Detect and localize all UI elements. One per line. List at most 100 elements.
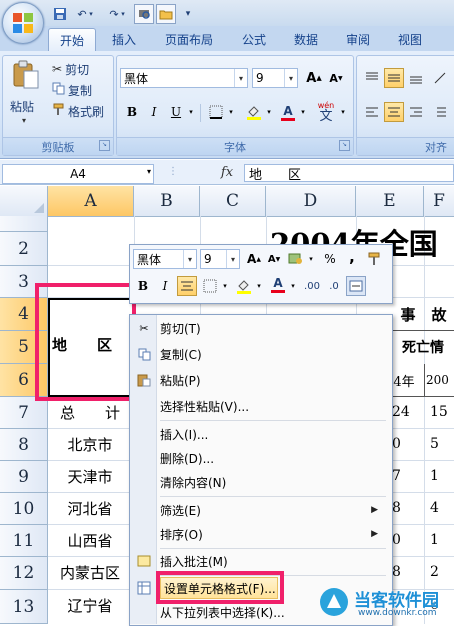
font-color-dropdown-icon[interactable]: ▾ xyxy=(298,102,308,122)
office-button[interactable] xyxy=(2,2,44,44)
tab-formulas[interactable]: 公式 xyxy=(232,28,276,50)
cell-region[interactable]: 河北省 xyxy=(48,493,132,523)
cell-value-e[interactable]: 7 xyxy=(392,461,420,491)
cell-value-e[interactable]: 24 xyxy=(392,397,420,427)
fill-color-button[interactable] xyxy=(244,102,264,122)
mini-fill-color-icon[interactable] xyxy=(234,276,254,296)
menu-item-sort[interactable]: 排序(O) ▶ xyxy=(160,523,382,545)
cell-value-e[interactable]: 8 xyxy=(392,557,420,587)
cell-value-e[interactable]: 0 xyxy=(392,525,420,555)
mini-font-size-dropdown-icon[interactable]: ▾ xyxy=(226,250,239,268)
menu-item-delete[interactable]: 删除(D)... xyxy=(160,447,214,469)
mini-borders-dropdown-icon[interactable]: ▾ xyxy=(220,276,230,296)
mini-font-color-dropdown-icon[interactable]: ▾ xyxy=(288,276,298,296)
tab-page-layout[interactable]: 页面布局 xyxy=(158,28,220,50)
mini-borders-icon[interactable] xyxy=(200,276,220,296)
indent-icon[interactable] xyxy=(430,102,450,122)
cell-value-f[interactable]: 1 xyxy=(430,461,454,491)
mini-increase-decimal-icon[interactable]: .00 xyxy=(302,276,322,296)
font-name-dropdown-icon[interactable]: ▾ xyxy=(234,69,247,87)
name-box-dropdown-icon[interactable]: ▾ xyxy=(147,167,151,176)
mini-decrease-decimal-icon[interactable]: .0 xyxy=(324,276,344,296)
tab-view[interactable]: 视图 xyxy=(388,28,432,50)
customize-icon[interactable]: ▾ xyxy=(178,4,198,24)
menu-item-pick-from-list[interactable]: 从下拉列表中选择(K)... xyxy=(160,601,285,623)
row-header-11[interactable]: 11 xyxy=(0,525,48,557)
column-header-f[interactable]: F xyxy=(424,186,454,216)
cell-region[interactable]: 总 计 xyxy=(48,397,132,427)
paste-button[interactable]: 粘贴 ▾ xyxy=(8,58,46,130)
font-size-dropdown-icon[interactable]: ▾ xyxy=(284,69,297,87)
mini-shrink-font-button[interactable]: A ▼ xyxy=(264,249,284,269)
cut-button[interactable]: ✂ 剪切 xyxy=(52,59,89,79)
mini-format-painter-icon[interactable] xyxy=(364,249,384,269)
select-all-button[interactable] xyxy=(0,186,48,216)
cell-region[interactable]: 北京市 xyxy=(48,429,132,459)
borders-button[interactable] xyxy=(206,102,226,122)
fill-color-dropdown-icon[interactable]: ▾ xyxy=(264,102,274,122)
column-header-e[interactable]: E xyxy=(356,186,424,216)
underline-button[interactable]: U xyxy=(166,102,186,122)
orientation-icon[interactable] xyxy=(430,68,450,88)
open-icon[interactable] xyxy=(156,4,176,24)
header-cell[interactable]: 事 xyxy=(392,300,424,328)
print-preview-icon[interactable] xyxy=(134,4,154,24)
column-header-d[interactable]: D xyxy=(266,186,356,216)
tab-data[interactable]: 数据 xyxy=(284,28,328,50)
copy-button[interactable]: 复制 xyxy=(52,80,92,100)
menu-item-insert-comment[interactable]: 插入批注(M) xyxy=(160,550,228,572)
mini-accounting-icon[interactable] xyxy=(286,249,306,269)
cell-region[interactable]: 内蒙古区 xyxy=(48,557,132,587)
align-top-icon[interactable] xyxy=(362,68,382,88)
header-cell-year[interactable]: 200 xyxy=(426,366,454,394)
font-launcher-icon[interactable]: ↘ xyxy=(339,140,350,151)
paste-dropdown-icon[interactable]: ▾ xyxy=(22,116,26,125)
mini-bold-button[interactable]: B xyxy=(133,276,153,296)
align-bottom-icon[interactable] xyxy=(406,68,426,88)
mini-percent-button[interactable]: % xyxy=(320,249,340,269)
tab-insert[interactable]: 插入 xyxy=(102,28,146,50)
borders-dropdown-icon[interactable]: ▾ xyxy=(226,102,236,122)
menu-item-filter[interactable]: 筛选(E) ▶ xyxy=(160,499,382,521)
header-cell[interactable]: 故 xyxy=(424,300,454,328)
name-box[interactable]: A4 ▾ xyxy=(2,164,154,184)
row-header-12[interactable]: 12 xyxy=(0,557,48,590)
align-left-icon[interactable] xyxy=(362,102,382,122)
font-color-button[interactable]: A xyxy=(278,102,298,122)
row-header-1[interactable] xyxy=(0,216,48,232)
save-icon[interactable] xyxy=(50,4,70,24)
cell-region[interactable]: 天津市 xyxy=(48,461,132,491)
menu-item-clear-contents[interactable]: 清除内容(N) xyxy=(160,471,226,493)
cell-value-f[interactable]: 5 xyxy=(430,429,454,459)
mini-merge-center-icon[interactable] xyxy=(346,276,366,296)
align-middle-icon[interactable] xyxy=(384,68,404,88)
phonetic-dropdown-icon[interactable]: ▾ xyxy=(338,102,348,122)
mini-fill-color-dropdown-icon[interactable]: ▾ xyxy=(254,276,264,296)
mini-accounting-dropdown-icon[interactable]: ▾ xyxy=(306,249,316,269)
row-header-9[interactable]: 9 xyxy=(0,461,48,493)
align-right-icon[interactable] xyxy=(406,102,426,122)
mini-font-name-combo[interactable]: 黑体 ▾ xyxy=(133,249,197,269)
cell-value-f[interactable]: 2 xyxy=(430,557,454,587)
shrink-font-button[interactable]: A ▼ xyxy=(326,68,346,88)
row-header-8[interactable]: 8 xyxy=(0,429,48,461)
formula-input[interactable]: 地 区 xyxy=(244,164,454,183)
clipboard-launcher-icon[interactable]: ↘ xyxy=(99,140,110,151)
font-size-combo[interactable]: 9 ▾ xyxy=(252,68,298,88)
cell-value-e[interactable]: 0 xyxy=(392,429,420,459)
cell-value-f[interactable]: 1 xyxy=(430,525,454,555)
bold-button[interactable]: B xyxy=(122,102,142,122)
mini-font-color-button[interactable]: A xyxy=(268,274,288,294)
insert-function-icon[interactable]: fx xyxy=(212,162,242,182)
menu-item-insert[interactable]: 插入(I)... xyxy=(160,423,208,445)
row-header-10[interactable]: 10 xyxy=(0,493,48,525)
cell-region[interactable]: 山西省 xyxy=(48,525,132,555)
menu-item-cut[interactable]: 剪切(T) xyxy=(160,317,201,339)
column-header-c[interactable]: C xyxy=(200,186,266,216)
cell-region[interactable]: 辽宁省 xyxy=(48,590,132,620)
header-cell-death[interactable]: 死亡情 xyxy=(392,332,454,362)
cell-value-f[interactable]: 15 xyxy=(430,397,454,427)
mini-italic-button[interactable]: I xyxy=(155,276,175,296)
menu-item-paste[interactable]: 粘贴(P) xyxy=(160,369,201,391)
align-center-icon[interactable] xyxy=(384,102,404,122)
